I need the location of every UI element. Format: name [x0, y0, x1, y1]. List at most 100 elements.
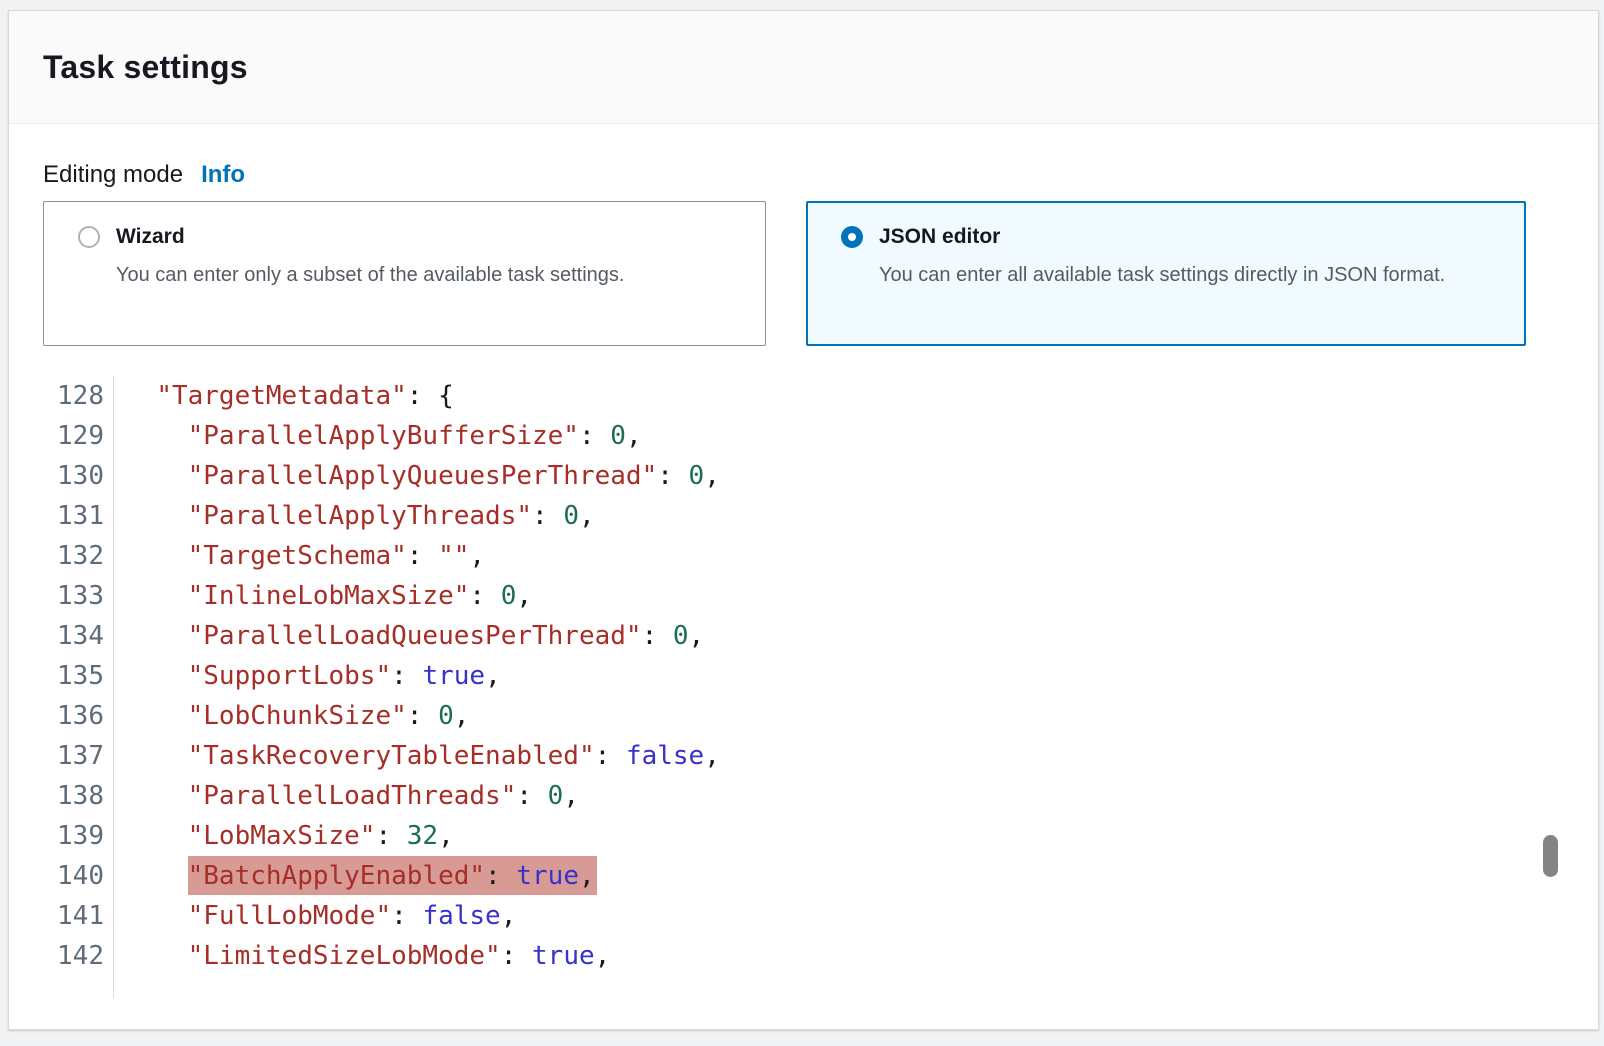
code-tokens: "ParallelApplyThreads": 0, — [188, 501, 595, 531]
token-punct: : — [391, 661, 422, 691]
indent — [125, 621, 188, 651]
wizard-radio[interactable] — [78, 226, 100, 248]
editor-line[interactable]: 133 "InlineLobMaxSize": 0, — [43, 576, 1564, 616]
editor-line[interactable]: 130 "ParallelApplyQueuesPerThread": 0, — [43, 456, 1564, 496]
token-key: "TargetMetadata" — [156, 381, 406, 411]
editor-line[interactable]: 131 "ParallelApplyThreads": 0, — [43, 496, 1564, 536]
code-tokens: "LobChunkSize": 0, — [188, 701, 470, 731]
indent — [125, 741, 188, 771]
editor-line[interactable]: 138 "ParallelLoadThreads": 0, — [43, 776, 1564, 816]
token-key: "LobMaxSize" — [188, 821, 376, 851]
indent — [125, 541, 188, 571]
json-editor-radio[interactable] — [841, 226, 863, 248]
token-punct: , — [689, 621, 705, 651]
editor-line[interactable]: 141 "FullLobMode": false, — [43, 896, 1564, 936]
code-editor[interactable]: 128 "TargetMetadata": {129 "ParallelAppl… — [43, 376, 1564, 998]
token-punct: , — [516, 581, 532, 611]
token-bool: true — [532, 941, 595, 971]
token-key: "SupportLobs" — [188, 661, 392, 691]
editor-line[interactable]: 129 "ParallelApplyBufferSize": 0, — [43, 416, 1564, 456]
token-bool: false — [422, 901, 500, 931]
token-punct: : — [407, 701, 438, 731]
token-key: "TaskRecoveryTableEnabled" — [188, 741, 595, 771]
editor-line[interactable]: 128 "TargetMetadata": { — [43, 376, 1564, 416]
token-punct: , — [469, 541, 485, 571]
token-key: "InlineLobMaxSize" — [188, 581, 470, 611]
line-number: 128 — [43, 376, 113, 416]
json-editor-tile[interactable]: JSON editor You can enter all available … — [806, 201, 1526, 346]
indent — [125, 501, 188, 531]
token-bool: true — [422, 661, 485, 691]
wizard-tile[interactable]: Wizard You can enter only a subset of th… — [43, 201, 766, 346]
code-line[interactable]: "TargetSchema": "", — [113, 536, 485, 576]
token-punct: : { — [407, 381, 454, 411]
editor-tail — [43, 976, 1564, 998]
line-number: 140 — [43, 856, 113, 896]
code-tokens: "ParallelLoadQueuesPerThread": 0, — [188, 621, 705, 651]
token-punct: : — [485, 861, 516, 891]
token-num: 0 — [563, 501, 579, 531]
search-highlight: "BatchApplyEnabled": true, — [188, 856, 597, 895]
editing-mode-label: Editing mode — [43, 161, 183, 189]
token-punct: : — [391, 901, 422, 931]
code-line[interactable]: "ParallelApplyBufferSize": 0, — [113, 416, 642, 456]
code-tokens: "TaskRecoveryTableEnabled": false, — [188, 741, 720, 771]
token-bool: false — [626, 741, 704, 771]
line-number: 142 — [43, 936, 113, 976]
code-line[interactable]: "LimitedSizeLobMode": true, — [113, 936, 610, 976]
token-punct: : — [501, 941, 532, 971]
code-line[interactable]: "SupportLobs": true, — [113, 656, 501, 696]
indent — [125, 941, 188, 971]
panel-header: Task settings — [9, 11, 1598, 124]
wizard-description: You can enter only a subset of the avail… — [116, 258, 726, 292]
json-editor-tile-head: JSON editor — [841, 225, 1504, 249]
line-number: 139 — [43, 816, 113, 856]
editor-line[interactable]: 135 "SupportLobs": true, — [43, 656, 1564, 696]
editor-line[interactable]: 132 "TargetSchema": "", — [43, 536, 1564, 576]
line-number: 137 — [43, 736, 113, 776]
code-line[interactable]: "ParallelLoadQueuesPerThread": 0, — [113, 616, 704, 656]
code-line[interactable]: "BatchApplyEnabled": true, — [113, 856, 597, 896]
token-punct: : — [407, 541, 438, 571]
editor-line[interactable]: 140 "BatchApplyEnabled": true, — [43, 856, 1564, 896]
editor-line[interactable]: 139 "LobMaxSize": 32, — [43, 816, 1564, 856]
gutter-tail — [43, 976, 113, 998]
indent — [125, 381, 156, 411]
token-punct: : — [532, 501, 563, 531]
json-editor-description: You can enter all available task setting… — [879, 258, 1489, 292]
code-line[interactable]: "FullLobMode": false, — [113, 896, 516, 936]
token-punct: : — [375, 821, 406, 851]
code-tokens: "TargetMetadata": { — [156, 381, 453, 411]
indent — [125, 661, 188, 691]
editor-line[interactable]: 136 "LobChunkSize": 0, — [43, 696, 1564, 736]
wizard-label: Wizard — [116, 225, 185, 249]
editor-line[interactable]: 137 "TaskRecoveryTableEnabled": false, — [43, 736, 1564, 776]
line-number: 129 — [43, 416, 113, 456]
indent — [125, 461, 188, 491]
token-key: "ParallelLoadThreads" — [188, 781, 517, 811]
token-key: "ParallelApplyBufferSize" — [188, 421, 579, 451]
code-tokens: "LobMaxSize": 32, — [188, 821, 454, 851]
panel-body: Editing mode Info Wizard You can enter o… — [9, 161, 1598, 998]
code-line[interactable]: "InlineLobMaxSize": 0, — [113, 576, 532, 616]
token-punct: , — [704, 741, 720, 771]
line-number: 133 — [43, 576, 113, 616]
code-line[interactable]: "ParallelLoadThreads": 0, — [113, 776, 579, 816]
scrollbar-thumb[interactable] — [1543, 835, 1558, 877]
token-punct: , — [704, 461, 720, 491]
code-line[interactable]: "TargetMetadata": { — [113, 376, 454, 416]
code-tokens: "LimitedSizeLobMode": true, — [188, 941, 611, 971]
code-line[interactable]: "LobMaxSize": 32, — [113, 816, 454, 856]
editor-line[interactable]: 134 "ParallelLoadQueuesPerThread": 0, — [43, 616, 1564, 656]
code-tokens: "TargetSchema": "", — [188, 541, 485, 571]
editing-mode-row: Editing mode Info — [43, 161, 1564, 189]
info-link[interactable]: Info — [201, 161, 245, 189]
code-line[interactable]: "TaskRecoveryTableEnabled": false, — [113, 736, 720, 776]
code-line[interactable]: "LobChunkSize": 0, — [113, 696, 469, 736]
code-line[interactable]: "ParallelApplyQueuesPerThread": 0, — [113, 456, 720, 496]
code-line[interactable]: "ParallelApplyThreads": 0, — [113, 496, 595, 536]
line-number: 132 — [43, 536, 113, 576]
code-tokens: "FullLobMode": false, — [188, 901, 517, 931]
editor-line[interactable]: 142 "LimitedSizeLobMode": true, — [43, 936, 1564, 976]
token-punct: : — [516, 781, 547, 811]
